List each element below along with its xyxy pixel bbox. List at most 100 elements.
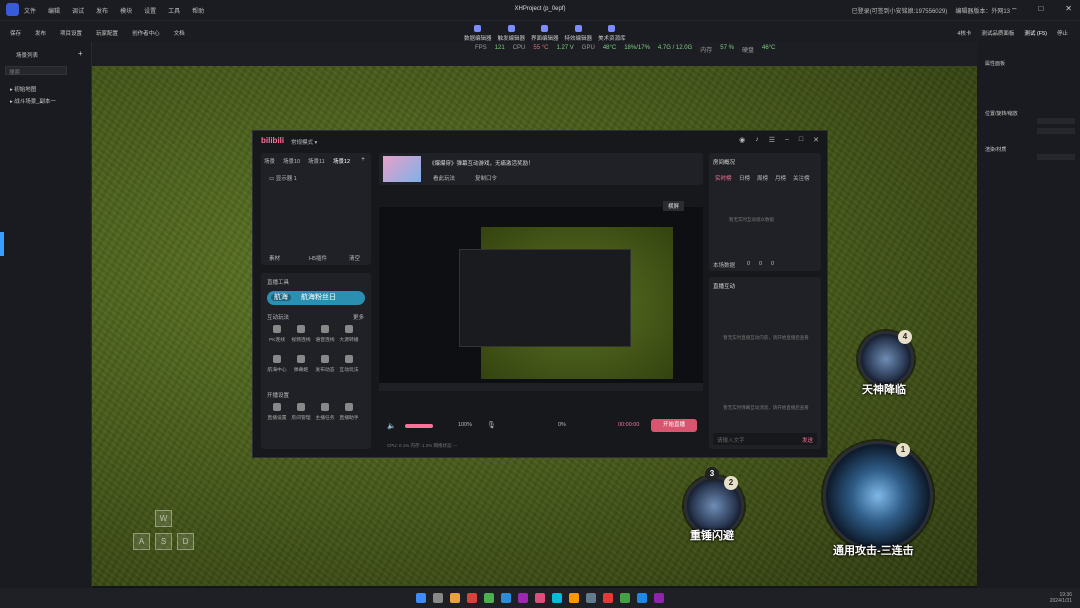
chat-input[interactable]: 请输入文字 发送	[713, 433, 817, 445]
bell-icon[interactable]: ♪	[755, 136, 759, 144]
stop-button[interactable]: 停止	[1057, 29, 1068, 37]
clear-button[interactable]: 清空	[349, 254, 360, 262]
art-library-button[interactable]: 美术资源库	[598, 25, 626, 42]
minimize-icon[interactable]: –	[1012, 4, 1016, 13]
skill-attack-icon[interactable]	[823, 441, 933, 551]
transform-field-2[interactable]	[1037, 128, 1075, 134]
promo-view-button[interactable]: 看此玩法	[433, 174, 455, 182]
tab-scene12[interactable]: 场景12	[333, 157, 350, 165]
assistant-tool[interactable]: 直播助手	[337, 403, 361, 421]
volume-value: 100%	[458, 422, 473, 428]
promo-card[interactable]: 《爆爆穿》弹幕互动游戏，无痛激活奖励！ 看此玩法 复制口令	[379, 153, 703, 185]
live-tools-card: 直播工具 航海 航海粉丝日 互动玩法 更多 PK连线 视频连线 语音连线 大源转…	[261, 273, 371, 449]
app-icon-6[interactable]	[552, 593, 562, 603]
add-icon[interactable]: +	[78, 49, 83, 58]
scene-search-input[interactable]: 搜索	[5, 66, 67, 76]
bilibili-task-icon[interactable]	[535, 593, 545, 603]
tab-scene10[interactable]: 场景10	[283, 157, 300, 165]
publish-button[interactable]: 发布	[35, 29, 46, 37]
mode-dropdown[interactable]: 常规模式 ▾	[291, 138, 317, 146]
skill3-count: 1	[896, 443, 910, 457]
cores-button[interactable]: 4核卡	[957, 29, 971, 37]
transform-field[interactable]	[1037, 118, 1075, 124]
send-button[interactable]: 发送	[802, 436, 813, 444]
quality-panel-button[interactable]: 测试品质面板	[981, 29, 1014, 37]
app-icon-11[interactable]	[637, 593, 647, 603]
close-window-icon[interactable]: ✕	[813, 136, 819, 144]
app-icon-1[interactable]	[450, 593, 460, 603]
vfx-editor-button[interactable]: 特效编辑器	[565, 25, 592, 42]
source-item[interactable]: ▭ 显示器 1	[269, 174, 297, 182]
section-properties: 属性面板	[985, 61, 1006, 67]
relay-tool[interactable]: 大源转播	[337, 325, 361, 343]
room-label: 房间概况	[713, 160, 736, 166]
skill3-label: 通用攻击-三连击	[833, 545, 914, 557]
player-config-button[interactable]: 玩家配置	[96, 29, 118, 37]
tab-realtime[interactable]: 实时榜	[715, 174, 732, 182]
viewport-toolbar: FPS 121 CPU 55 °C 1.27 V GPU 48°C 18%/17% 4.7G…	[92, 42, 977, 66]
more-link[interactable]: 更多	[353, 313, 364, 321]
app-icon-8[interactable]	[586, 593, 596, 603]
scene-item-1[interactable]: ▸ 初始地图	[10, 85, 36, 93]
save-button[interactable]: 保存	[10, 29, 21, 37]
speaker-icon[interactable]: 🔈	[387, 422, 396, 430]
scene-item-2[interactable]: ▸ 战斗场景_副本一	[10, 97, 56, 105]
maximize-icon[interactable]: □	[1038, 4, 1043, 13]
fan-day-banner[interactable]: 航海 航海粉丝日	[267, 291, 365, 305]
start-live-button[interactable]: 开始直播	[651, 419, 697, 432]
close-icon[interactable]: ✕	[1065, 4, 1072, 13]
tasks-tool[interactable]: 主播任务	[313, 403, 337, 421]
stat-3: 0	[771, 261, 775, 267]
voyage-center-tool[interactable]: 航海中心	[265, 355, 289, 373]
material-button[interactable]: 素材	[269, 254, 280, 262]
search-icon[interactable]	[433, 593, 443, 603]
app-icon-3[interactable]	[484, 593, 494, 603]
tab-scene[interactable]: 场景	[264, 157, 275, 165]
stream-preview[interactable]	[379, 207, 703, 391]
app-icon-9[interactable]	[603, 593, 613, 603]
app-icon-2[interactable]	[467, 593, 477, 603]
tab-monthly[interactable]: 月榜	[775, 174, 786, 182]
pk-tool[interactable]: PK连线	[265, 325, 289, 343]
key-s: S	[155, 533, 172, 550]
interactive-tool[interactable]: 互动玩法	[337, 355, 361, 373]
start-icon[interactable]	[416, 593, 426, 603]
key-w: W	[155, 510, 172, 527]
preview-taskbar	[379, 383, 703, 391]
app-icon-10[interactable]	[620, 593, 630, 603]
min-icon[interactable]: –	[785, 136, 789, 144]
app-icon-12[interactable]	[654, 593, 664, 603]
app-icon-7[interactable]	[569, 593, 579, 603]
h5-plugin-button[interactable]: H5插件	[309, 254, 327, 262]
data-editor-button[interactable]: 数据编辑器	[464, 25, 492, 42]
user-avatar-icon[interactable]: ◉	[739, 136, 745, 144]
project-settings-button[interactable]: 项目设置	[60, 29, 82, 37]
add-scene-icon[interactable]: +	[361, 156, 365, 163]
menu-icon[interactable]: ☰	[769, 136, 775, 144]
data-editor-icon	[474, 25, 482, 32]
render-field[interactable]	[1037, 154, 1075, 160]
trigger-editor-button[interactable]: 触发编辑器	[498, 25, 525, 42]
landscape-toggle[interactable]: 横屏	[663, 201, 685, 211]
ui-editor-button[interactable]: 界面编辑器	[531, 25, 559, 42]
tab-weekly[interactable]: 周榜	[757, 174, 768, 182]
test-button[interactable]: 测试 (F5)	[1024, 29, 1047, 37]
panel-splitter[interactable]	[0, 232, 4, 256]
room-manage-tool[interactable]: 房间管理	[289, 403, 313, 421]
creator-center-button[interactable]: 创作者中心	[132, 29, 160, 37]
mic-icon[interactable]: 🎙	[487, 421, 496, 429]
app-icon-4[interactable]	[501, 593, 511, 603]
docs-button[interactable]: 文档	[174, 29, 185, 37]
tab-scene11[interactable]: 场景11	[308, 157, 325, 165]
promo-copy-button[interactable]: 复制口令	[475, 174, 497, 182]
app-icon-5[interactable]	[518, 593, 528, 603]
tab-follow[interactable]: 关注榜	[793, 174, 810, 182]
voice-link-tool[interactable]: 语音连线	[313, 325, 337, 343]
tab-daily[interactable]: 日榜	[739, 174, 750, 182]
video-link-tool[interactable]: 视频连线	[289, 325, 313, 343]
live-settings-tool[interactable]: 直播设置	[265, 403, 289, 421]
max-icon[interactable]: □	[799, 136, 803, 144]
volume-slider[interactable]	[405, 424, 433, 428]
danmaku-tool[interactable]: 弹幕姬	[289, 355, 313, 373]
post-tool[interactable]: 发布动态	[313, 355, 337, 373]
